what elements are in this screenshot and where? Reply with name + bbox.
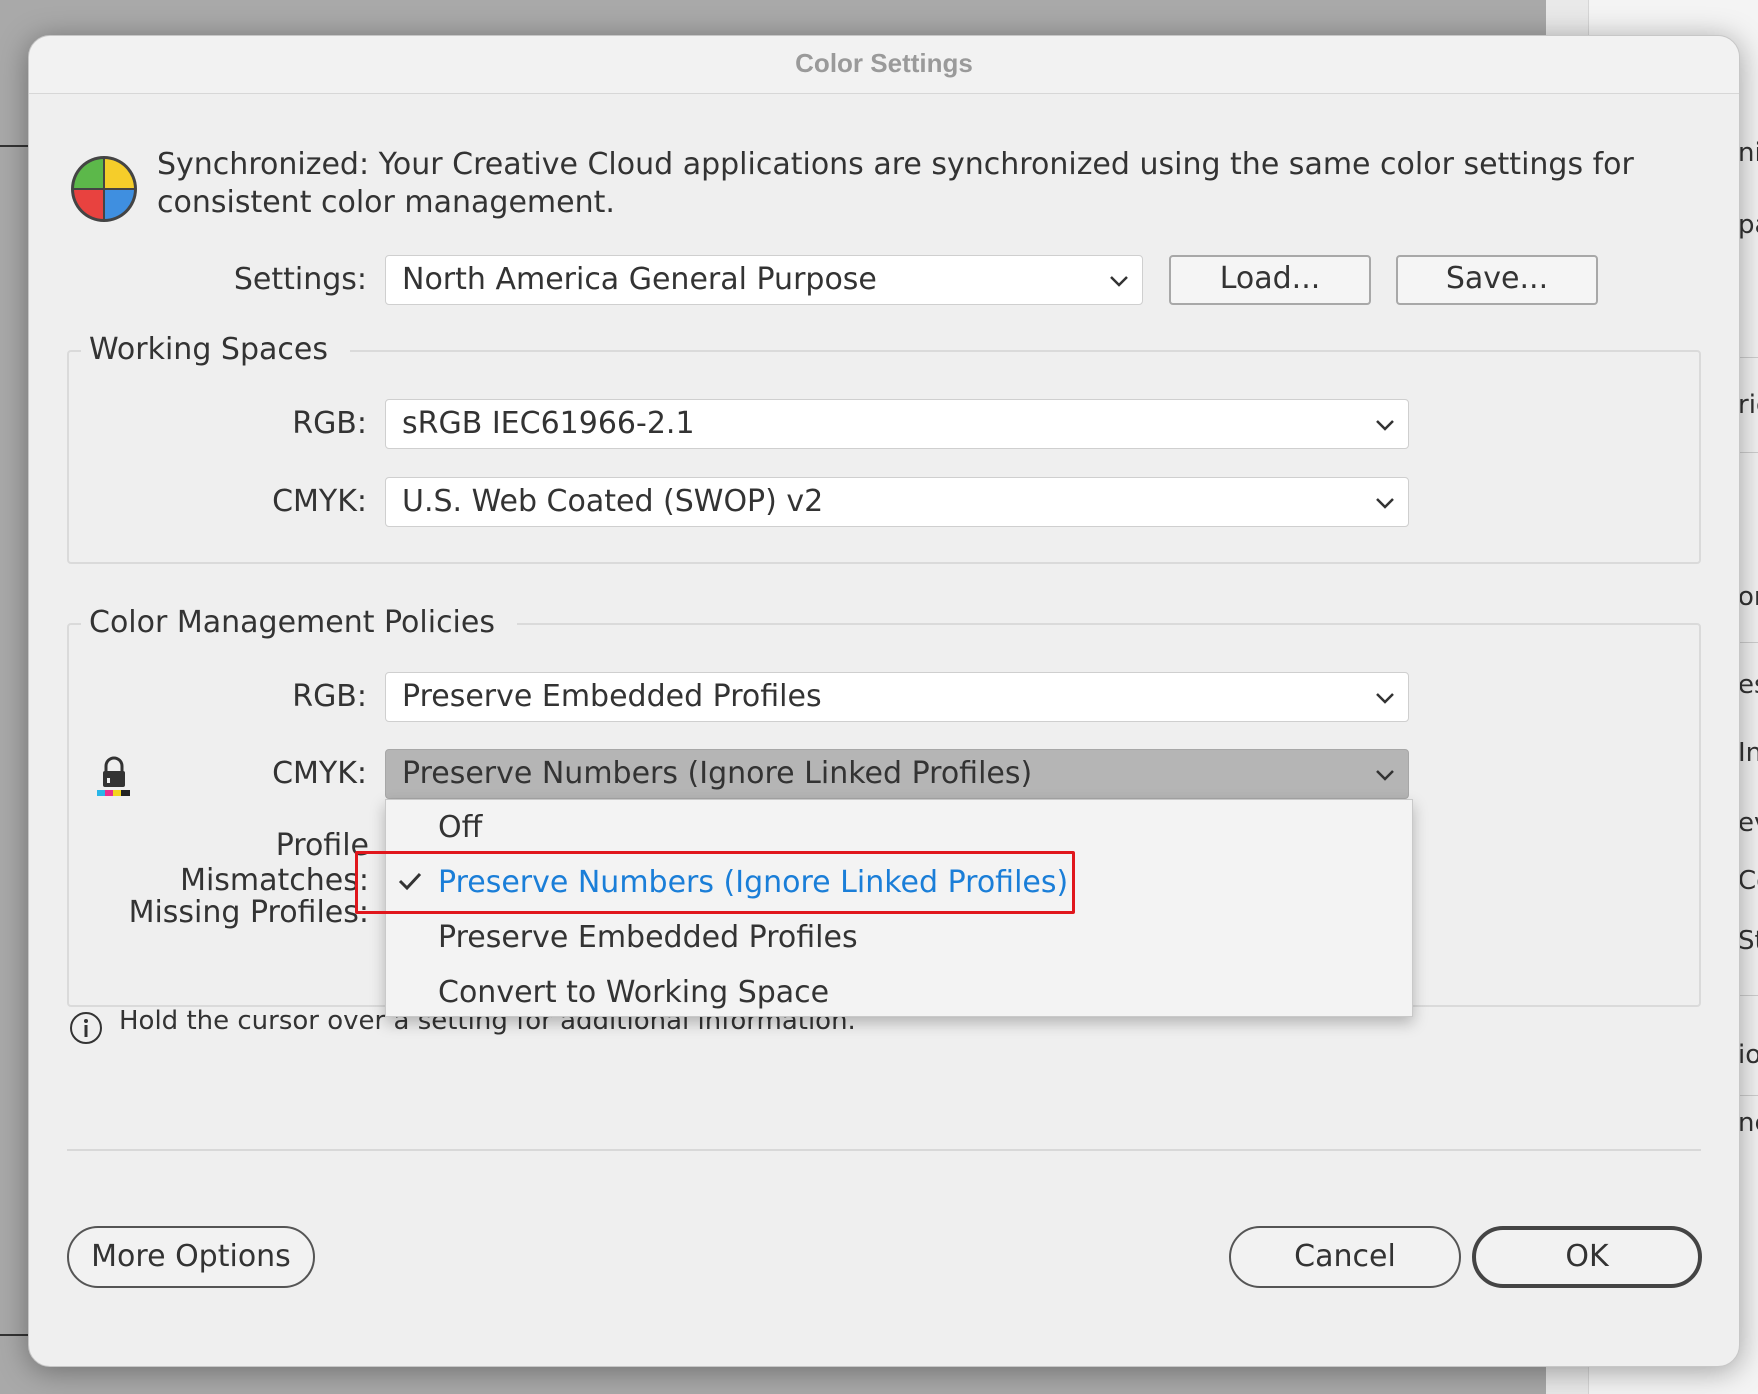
dialog-title: Color Settings bbox=[795, 48, 973, 78]
policy-cmyk-value: Preserve Numbers (Ignore Linked Profiles… bbox=[402, 756, 1033, 791]
working-rgb-value: sRGB IEC61966-2.1 bbox=[402, 406, 695, 441]
policy-rgb-label: RGB: bbox=[292, 679, 367, 714]
working-rgb-select[interactable]: sRGB IEC61966-2.1 bbox=[385, 399, 1409, 449]
working-cmyk-label: CMYK: bbox=[272, 484, 367, 519]
policy-rgb-select[interactable]: Preserve Embedded Profiles bbox=[385, 672, 1409, 722]
color-wheel-icon bbox=[71, 156, 137, 222]
load-button[interactable]: Load... bbox=[1169, 255, 1371, 305]
background-text: or bbox=[1738, 582, 1758, 612]
working-spaces-title: Working Spaces bbox=[81, 332, 350, 367]
policy-cmyk-select[interactable]: Preserve Numbers (Ignore Linked Profiles… bbox=[385, 749, 1409, 799]
background-text: pa bbox=[1738, 210, 1758, 240]
background-text: ni bbox=[1738, 138, 1758, 168]
background-text: Str bbox=[1738, 926, 1758, 956]
info-icon bbox=[70, 1012, 102, 1044]
background-line bbox=[0, 1334, 30, 1336]
profile-mismatches-label: Profile Mismatches: bbox=[180, 828, 369, 898]
background-text: es bbox=[1738, 670, 1758, 700]
footer-divider bbox=[67, 1149, 1701, 1151]
chevron-down-icon bbox=[1376, 770, 1394, 781]
policies-title: Color Management Policies bbox=[81, 605, 517, 640]
chevron-down-icon bbox=[1376, 693, 1394, 704]
background-text: io bbox=[1738, 1040, 1758, 1070]
background-text: ne bbox=[1738, 1108, 1758, 1138]
background-text: ev bbox=[1738, 808, 1758, 838]
chevron-down-icon bbox=[1376, 420, 1394, 431]
cancel-button[interactable]: Cancel bbox=[1229, 1226, 1461, 1288]
dropdown-option-convert-working-space[interactable]: Convert to Working Space bbox=[438, 975, 829, 1010]
background-text: Co bbox=[1738, 866, 1758, 896]
dropdown-option-preserve-embedded[interactable]: Preserve Embedded Profiles bbox=[438, 920, 858, 955]
policy-cmyk-label: CMYK: bbox=[272, 756, 367, 791]
title-bar: Color Settings bbox=[29, 36, 1739, 94]
dropdown-option-off[interactable]: Off bbox=[438, 810, 482, 845]
color-settings-dialog: Color Settings Synchronized: Your Creati… bbox=[28, 35, 1740, 1367]
working-spaces-group bbox=[67, 350, 1701, 564]
policy-rgb-value: Preserve Embedded Profiles bbox=[402, 679, 822, 714]
background-text: ric bbox=[1738, 390, 1758, 420]
background-text: In bbox=[1738, 738, 1758, 768]
highlight-annotation bbox=[355, 851, 1075, 914]
save-button[interactable]: Save... bbox=[1396, 255, 1598, 305]
more-options-button[interactable]: More Options bbox=[67, 1226, 315, 1288]
ok-button[interactable]: OK bbox=[1472, 1226, 1702, 1288]
chevron-down-icon bbox=[1110, 276, 1128, 287]
settings-select-value: North America General Purpose bbox=[402, 262, 877, 297]
chevron-down-icon bbox=[1376, 498, 1394, 509]
settings-label: Settings: bbox=[233, 262, 367, 297]
background-line bbox=[0, 145, 30, 147]
sync-message: Synchronized: Your Creative Cloud applic… bbox=[157, 147, 1634, 220]
working-cmyk-select[interactable]: U.S. Web Coated (SWOP) v2 bbox=[385, 477, 1409, 527]
working-rgb-label: RGB: bbox=[292, 406, 367, 441]
missing-profiles-label: Missing Profiles: bbox=[128, 895, 369, 930]
settings-select[interactable]: North America General Purpose bbox=[385, 255, 1143, 305]
lock-icon bbox=[97, 756, 130, 796]
working-cmyk-value: U.S. Web Coated (SWOP) v2 bbox=[402, 484, 824, 519]
